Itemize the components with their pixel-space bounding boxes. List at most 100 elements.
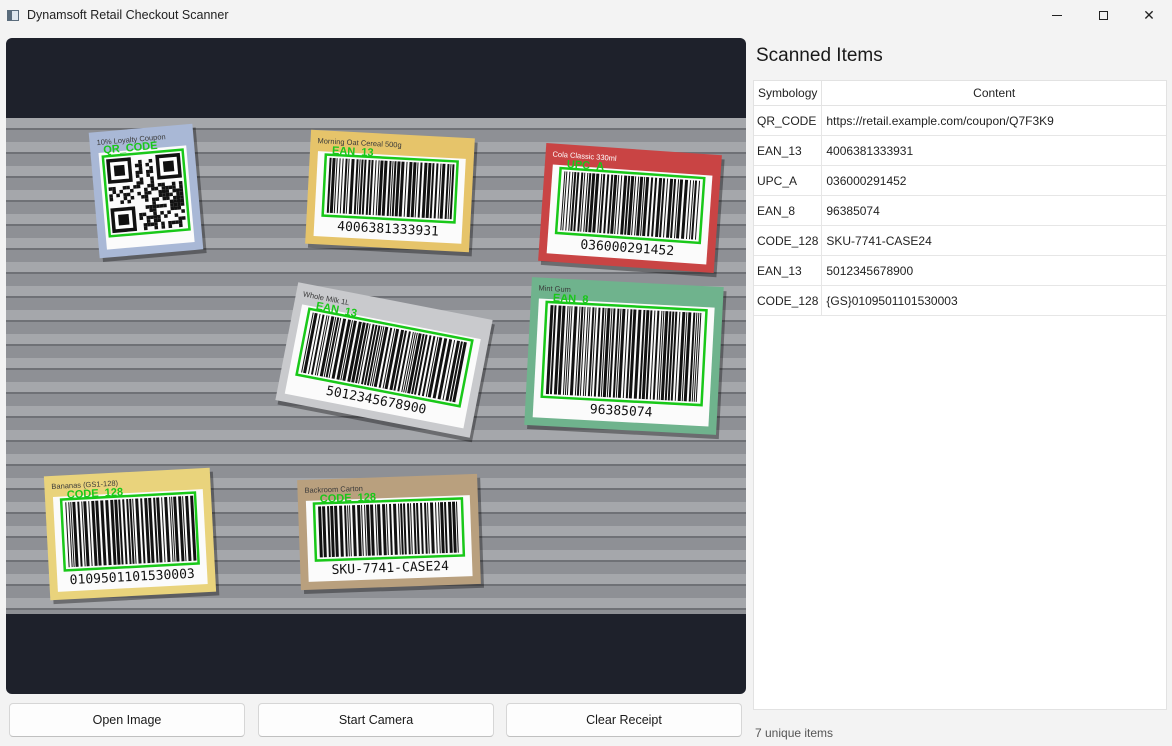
- window-title: Dynamsoft Retail Checkout Scanner: [27, 8, 229, 22]
- row-symbology: EAN_13: [754, 255, 823, 286]
- qr-module: [170, 202, 174, 207]
- close-icon: ✕: [1143, 6, 1155, 23]
- qr-module: [144, 191, 149, 195]
- qr-module: [145, 162, 150, 167]
- qr-module: [172, 195, 177, 200]
- qr-module: [136, 184, 141, 189]
- qr-module: [173, 199, 178, 203]
- qr-finder-core: [113, 164, 126, 177]
- shelf-stripe: [6, 454, 746, 464]
- table-row[interactable]: EAN_13 5012345678900: [754, 255, 1166, 286]
- row-content: 036000291452: [821, 165, 1166, 196]
- qr-module: [168, 220, 172, 225]
- qr-module: [173, 206, 178, 210]
- qr-module: [172, 188, 177, 193]
- product-label-bananas: Bananas (GS1-128)0109501101530003CODE_12…: [43, 467, 220, 605]
- qr-module: [154, 225, 159, 230]
- scan-scene: 10% Loyalty CouponQR_CODE Morning Oat Cer…: [6, 118, 746, 614]
- qr-module: [108, 187, 113, 191]
- qr-module: [147, 190, 152, 195]
- qr-module: [122, 185, 127, 190]
- qr-module: [119, 189, 124, 194]
- qr-module: [178, 216, 183, 221]
- qr-module: [144, 194, 149, 199]
- qr-module: [173, 202, 178, 207]
- qr-module: [141, 194, 145, 199]
- qr-module: [152, 208, 157, 212]
- table-row[interactable]: EAN_13 4006381333931: [754, 135, 1166, 166]
- table-row[interactable]: CODE_128 {GS}0109501101530003: [754, 285, 1166, 316]
- qr-module: [154, 222, 158, 226]
- qr-module: [150, 222, 155, 227]
- product-label-coupon: 10% Loyalty CouponQR_CODE: [88, 123, 207, 263]
- qr-module: [135, 170, 140, 175]
- minimize-button[interactable]: [1034, 0, 1080, 30]
- qr-module: [149, 169, 154, 174]
- qr-module: [150, 176, 154, 181]
- qr-module: [126, 185, 130, 190]
- qr-module: [179, 188, 184, 192]
- close-button[interactable]: ✕: [1126, 0, 1172, 30]
- detection-label: CODE_128: [320, 491, 377, 505]
- qr-module: [168, 185, 173, 190]
- panel-title: Scanned Items: [756, 45, 883, 66]
- qr-module: [178, 223, 183, 228]
- table-row[interactable]: UPC_A 036000291452: [754, 165, 1166, 196]
- status-count: 7 unique items: [755, 726, 834, 740]
- open-image-button[interactable]: Open Image: [9, 703, 245, 737]
- app-icon: [7, 9, 19, 21]
- qr-module: [156, 204, 160, 209]
- clear-receipt-button[interactable]: Clear Receipt: [506, 703, 742, 737]
- qr-module: [168, 224, 173, 229]
- column-header-symbology[interactable]: Symbology: [754, 81, 823, 106]
- table-row[interactable]: CODE_128 SKU-7741-CASE24: [754, 225, 1166, 256]
- qr-module: [147, 183, 151, 188]
- qr-module: [171, 220, 176, 225]
- qr-finder-core: [118, 213, 130, 226]
- table-row[interactable]: EAN_8 96385074: [754, 195, 1166, 226]
- shelf-stripe: [6, 118, 746, 128]
- row-content: https://retail.example.com/coupon/Q7F3K9: [821, 105, 1166, 136]
- qr-module: [134, 163, 139, 168]
- qr-module: [176, 198, 181, 203]
- qr-module: [148, 158, 153, 163]
- column-header-content[interactable]: Content: [821, 81, 1166, 106]
- qr-module: [161, 186, 166, 190]
- image-viewer: 10% Loyalty Coupon QR_CODE Morning Oat Cer…: [6, 38, 746, 694]
- qr-module: [153, 211, 157, 216]
- maximize-button[interactable]: [1080, 0, 1126, 30]
- qr-module: [130, 195, 135, 200]
- detection-label: EAN_8: [553, 292, 589, 306]
- table-row[interactable]: QR_CODE https://retail.example.com/coupon…: [754, 105, 1166, 136]
- qr-finder-core: [162, 160, 175, 172]
- qr-module: [174, 213, 179, 218]
- row-symbology: CODE_128: [754, 285, 823, 316]
- qr-module: [152, 201, 157, 205]
- qr-module: [169, 199, 174, 204]
- table-header: Symbology Content: [754, 81, 1166, 106]
- row-symbology: EAN_13: [754, 135, 823, 166]
- qr-module: [123, 196, 128, 201]
- start-camera-button[interactable]: Start Camera: [258, 703, 494, 737]
- qr-module: [165, 196, 170, 201]
- qr-module: [169, 192, 173, 197]
- qr-module: [145, 169, 150, 174]
- qr-module: [123, 192, 128, 197]
- qr-module: [153, 218, 158, 223]
- qr-module: [144, 198, 149, 202]
- row-content: {GS}0109501101530003: [821, 285, 1166, 316]
- qr-module: [139, 216, 144, 221]
- qr-module: [176, 195, 181, 200]
- shelf-groove: [6, 128, 746, 130]
- title-bar: Dynamsoft Retail Checkout Scanner ✕: [0, 0, 1172, 30]
- row-content: SKU-7741-CASE24: [821, 225, 1166, 256]
- qr-module: [165, 185, 169, 190]
- qr-module: [150, 186, 155, 191]
- qr-module: [145, 205, 150, 209]
- qr-module: [181, 216, 186, 220]
- scanned-items-table[interactable]: Symbology Content QR_CODE https://retail.…: [753, 80, 1167, 710]
- qr-module: [137, 191, 142, 196]
- row-symbology: QR_CODE: [754, 105, 823, 136]
- qr-module: [143, 226, 148, 231]
- qr-module: [161, 221, 165, 226]
